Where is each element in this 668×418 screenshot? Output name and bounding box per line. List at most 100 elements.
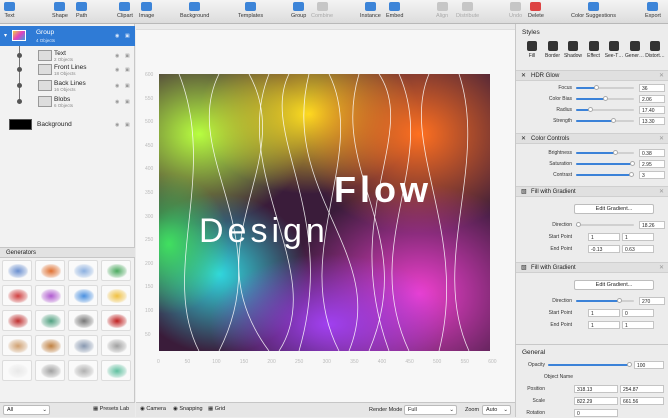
end-y-field[interactable]: 1 [622,321,654,329]
generator-thumbnail[interactable] [101,285,131,306]
edit-gradient-button[interactable]: Edit Gradient... [574,280,654,290]
visibility-eye-icon[interactable]: ◉ [115,53,119,59]
path-button[interactable]: Path [76,2,87,19]
slider-knob[interactable] [629,172,635,177]
generator-thumbnail[interactable] [2,360,32,381]
start-x-field[interactable]: 1 [588,233,620,241]
param-slider[interactable] [576,96,634,101]
style-tab-generator[interactable]: Gener… [625,41,645,63]
start-y-field[interactable]: 0 [622,309,654,317]
slider-knob[interactable] [616,298,622,303]
style-tab-see-through[interactable]: See-T… [604,41,624,63]
layer-row-back-lines[interactable]: Back Lines 16 Objects ◉ ▣ [0,80,135,92]
generator-thumbnail[interactable] [68,285,98,306]
delete-button[interactable]: Delete [528,2,544,19]
position-x-field[interactable]: 318.13 [574,385,618,393]
disclosure-triangle-icon[interactable]: ▾ [4,32,7,39]
snapping-toggle[interactable]: ◉ Snapping [173,406,203,412]
distribute-button[interactable]: Distribute [456,2,479,19]
generator-thumbnail[interactable] [101,360,131,381]
generator-thumbnail[interactable] [35,260,65,281]
artwork[interactable]: Flow Design [159,74,490,351]
render-mode-select[interactable]: Full ⌄ [404,405,457,415]
generator-filter-select[interactable]: All ⌄ [3,405,50,415]
color-suggestions-button[interactable]: Color Suggestions [571,2,616,19]
gradient-2-header[interactable]: Fill with Gradient ▧ ✕ [516,262,668,273]
scale-x-field[interactable]: 822.29 [574,397,618,405]
generator-thumbnail[interactable] [2,310,32,331]
edit-gradient-button[interactable]: Edit Gradient... [574,204,654,214]
param-slider[interactable] [576,85,634,90]
generator-thumbnail[interactable] [2,285,32,306]
align-button[interactable]: Align [436,2,448,19]
close-icon[interactable]: ✕ [659,188,664,195]
start-x-field[interactable]: 1 [588,309,620,317]
style-tab-effect[interactable]: Effect [584,41,604,63]
param-slider[interactable] [576,161,635,166]
position-y-field[interactable]: 254.87 [620,385,664,393]
gradient-1-header[interactable]: Fill with Gradient ▧ ✕ [516,186,668,197]
lock-icon[interactable]: ▣ [125,99,130,105]
clipart-button[interactable]: Clipart [117,2,133,19]
direction-field[interactable]: 18.26 [639,221,665,229]
close-icon[interactable]: ✕ [659,264,664,271]
generator-thumbnail[interactable] [2,335,32,356]
instance-button[interactable]: Instance [360,2,381,19]
visibility-eye-icon[interactable]: ◉ [115,67,119,73]
generator-thumbnail[interactable] [68,310,98,331]
lock-icon[interactable]: ▣ [125,53,130,59]
style-tab-border[interactable]: Border [543,41,563,63]
param-value-field[interactable]: 3 [639,171,665,179]
visibility-eye-icon[interactable]: ◉ [115,83,119,89]
image-button[interactable]: Image [139,2,154,19]
generator-thumbnail[interactable] [68,360,98,381]
opacity-field[interactable]: 100 [634,361,664,369]
style-tab-distort[interactable]: Distort… [645,41,665,63]
group-button[interactable]: Group [291,2,306,19]
hdr-glow-header[interactable]: HDR Glow ✕ ✕ [516,70,668,81]
direction-slider[interactable] [576,298,634,303]
grid-toggle[interactable]: ▦ Grid [208,406,225,412]
presets-lab-button[interactable]: ▦ Presets Lab [93,406,129,412]
close-icon[interactable]: ✕ [659,135,664,142]
slider-knob[interactable] [575,222,581,227]
close-icon[interactable]: ✕ [659,72,664,79]
generator-thumbnail[interactable] [68,335,98,356]
generator-thumbnail[interactable] [68,260,98,281]
generator-thumbnail[interactable] [35,285,65,306]
param-slider[interactable] [576,172,635,177]
layer-row-background[interactable]: Background ◉ ▣ [0,118,135,132]
end-x-field[interactable]: -0.13 [588,245,620,253]
slider-knob[interactable] [587,107,593,112]
combine-button[interactable]: Combine [311,2,333,19]
lock-icon[interactable]: ▣ [125,67,130,73]
rotation-field[interactable]: 0 [574,409,618,417]
visibility-eye-icon[interactable]: ◉ [115,122,119,128]
slider-knob[interactable] [611,118,617,123]
style-tab-shadow[interactable]: Shadow [563,41,583,63]
slider-knob[interactable] [603,96,609,101]
param-value-field[interactable]: 2.06 [639,95,665,103]
visibility-eye-icon[interactable]: ◉ [115,33,119,39]
param-value-field[interactable]: 17.40 [639,106,665,114]
opacity-slider[interactable] [548,362,632,367]
generator-thumbnail[interactable] [101,335,131,356]
text-button[interactable]: Text [4,2,15,19]
color-controls-header[interactable]: Color Controls ✕ ✕ [516,133,668,144]
param-value-field[interactable]: 0.38 [639,149,665,157]
direction-field[interactable]: 270 [639,297,665,305]
layer-row-front-lines[interactable]: Front Lines 18 Objects ◉ ▣ [0,64,135,76]
end-x-field[interactable]: 1 [588,321,620,329]
lock-icon[interactable]: ▣ [125,83,130,89]
generator-thumbnail[interactable] [35,310,65,331]
style-tab-fill[interactable]: Fill [522,41,542,63]
slider-knob[interactable] [629,161,635,166]
generator-thumbnail[interactable] [101,310,131,331]
layer-row-group[interactable]: ▾ Group 4 Objects ◉ ▣ [0,26,135,46]
slider-knob[interactable] [613,150,619,155]
lock-icon[interactable]: ▣ [125,33,130,39]
visibility-eye-icon[interactable]: ◉ [115,99,119,105]
end-y-field[interactable]: 0.63 [622,245,654,253]
start-y-field[interactable]: 1 [622,233,654,241]
generator-thumbnail[interactable] [35,360,65,381]
